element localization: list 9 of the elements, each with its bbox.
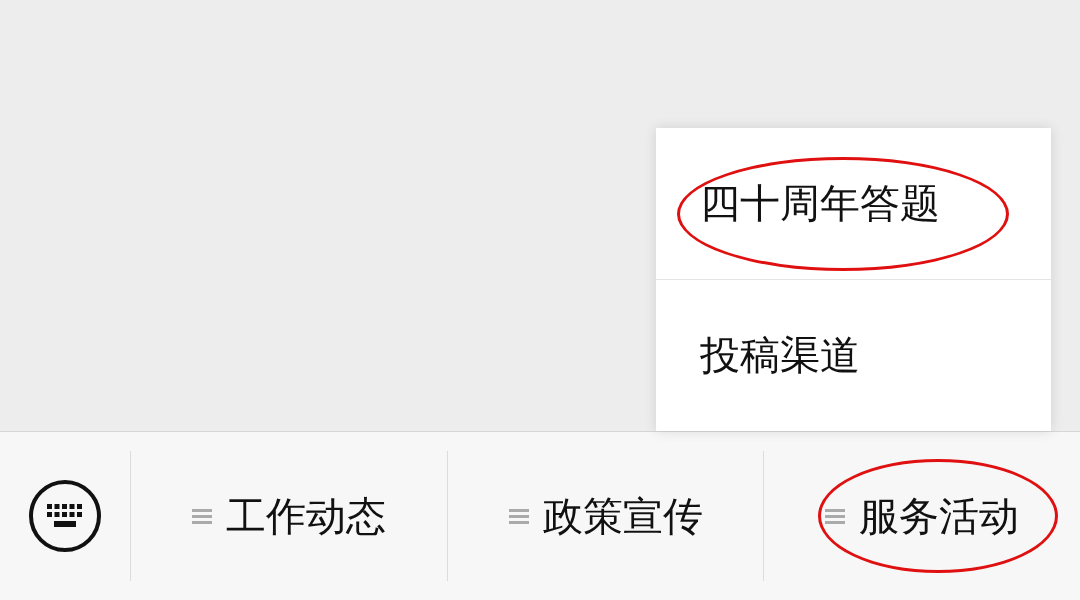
menu-icon bbox=[825, 506, 846, 526]
menu-tab[interactable]: 政策宣传 bbox=[446, 451, 764, 581]
menu-tab[interactable]: 服务活动 bbox=[763, 451, 1080, 581]
menu-icon bbox=[508, 506, 529, 526]
menu-item[interactable]: 四十周年答题 bbox=[656, 128, 1051, 279]
menu-item[interactable]: 投稿渠道 bbox=[656, 279, 1051, 430]
menu-icon bbox=[191, 506, 212, 526]
keyboard-icon[interactable] bbox=[28, 479, 102, 553]
menu-tab[interactable]: 工作动态 bbox=[130, 451, 447, 581]
